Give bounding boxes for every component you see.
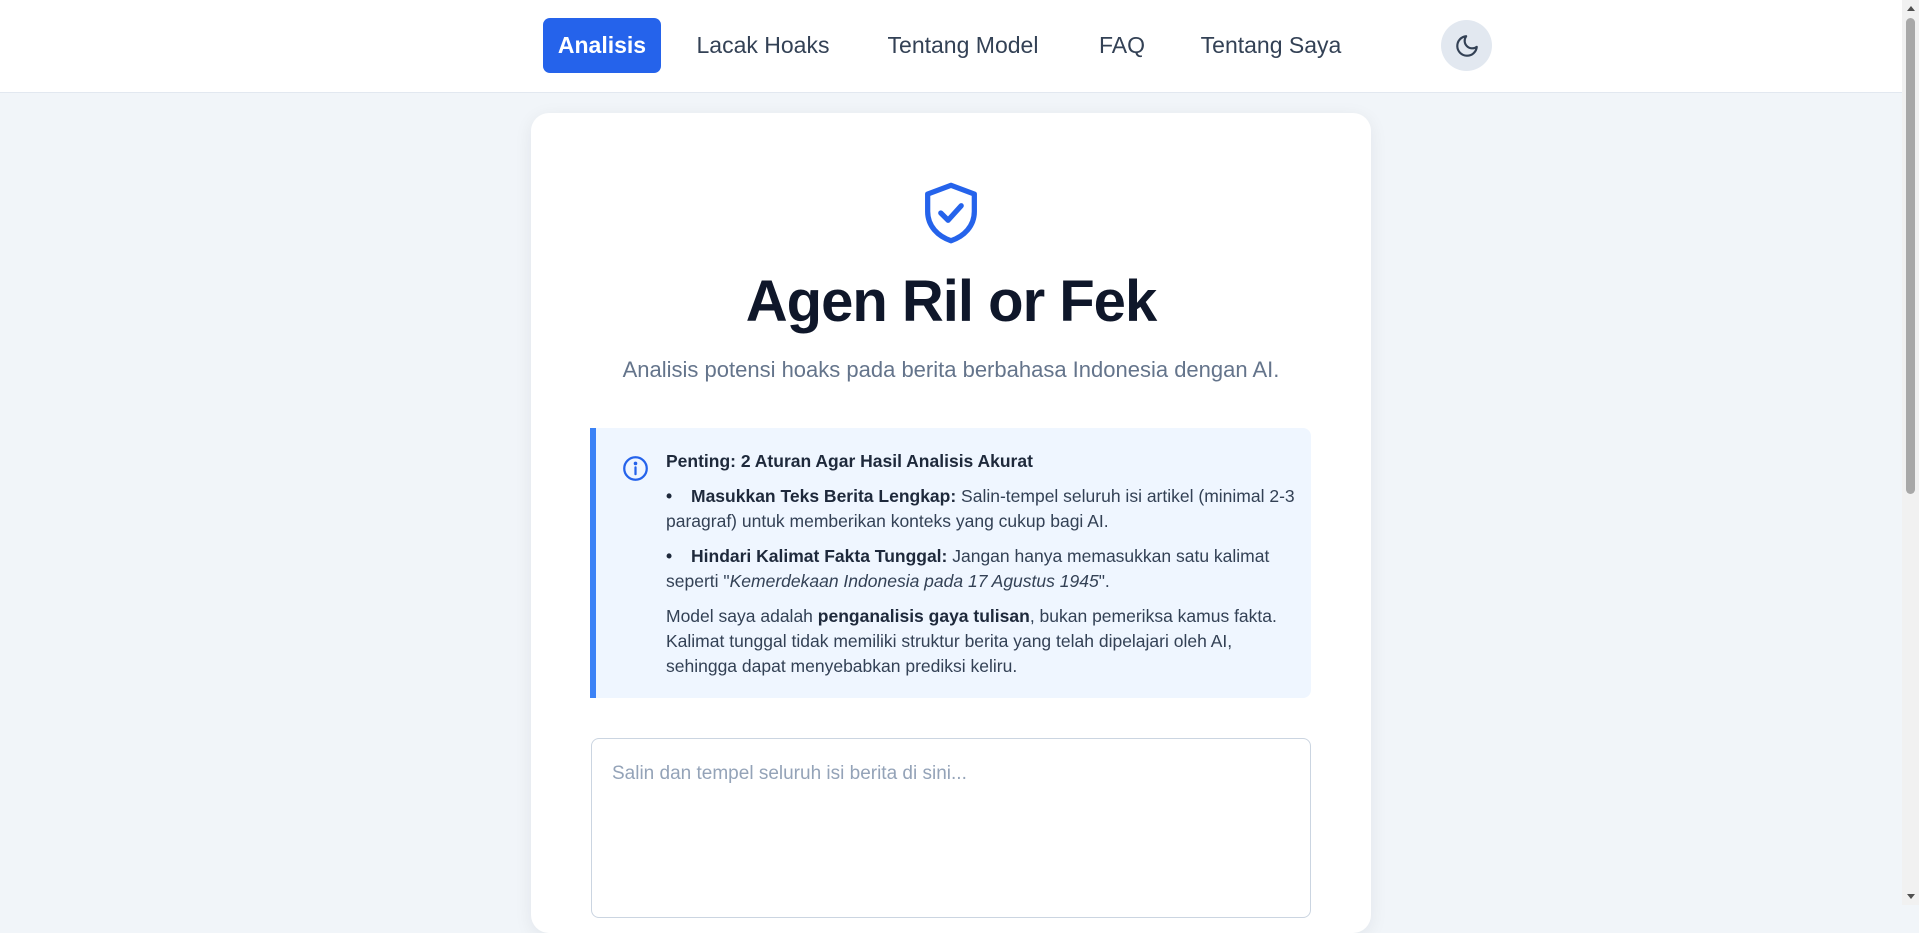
notice-note: Model saya adalah penganalisis gaya tuli… xyxy=(666,604,1296,679)
note-bold-text: penganalisis gaya tulisan xyxy=(817,606,1030,626)
bullet-icon: • xyxy=(666,486,673,506)
bullet-icon: • xyxy=(666,546,673,566)
scroll-down-arrow-icon[interactable] xyxy=(1902,888,1919,905)
page-title: Agen Ril or Fek xyxy=(745,269,1157,334)
info-icon xyxy=(623,456,648,481)
moon-icon xyxy=(1455,34,1478,57)
nav-tab-tentang-model[interactable]: Tentang Model xyxy=(874,18,1052,73)
rule-bold-text: Hindari Kalimat Fakta Tunggal: xyxy=(691,546,948,566)
nav-tab-lacak-hoaks[interactable]: Lacak Hoaks xyxy=(688,18,838,73)
rule-example-text: Kemerdekaan Indonesia pada 17 Agustus 19… xyxy=(729,571,1099,591)
important-notice-box: Penting: 2 Aturan Agar Hasil Analisis Ak… xyxy=(590,428,1311,698)
notice-title: Penting: 2 Aturan Agar Hasil Analisis Ak… xyxy=(666,451,1033,471)
scrollbar-thumb[interactable] xyxy=(1906,18,1915,494)
scroll-up-arrow-icon[interactable] xyxy=(1902,0,1919,17)
page-scrollbar[interactable] xyxy=(1902,0,1919,905)
theme-toggle-button[interactable] xyxy=(1441,20,1492,71)
nav-tab-faq[interactable]: FAQ xyxy=(1090,18,1154,73)
rule-text-end: ". xyxy=(1098,571,1110,591)
top-navbar: Analisis Lacak Hoaks Tentang Model FAQ T… xyxy=(0,0,1902,93)
notice-rule-item: • Hindari Kalimat Fakta Tunggal: Jangan h… xyxy=(666,544,1296,594)
note-text-before: Model saya adalah xyxy=(666,606,818,626)
notice-rule-item: • Masukkan Teks Berita Lengkap: Salin-tem… xyxy=(666,484,1296,534)
shield-check-icon xyxy=(925,182,977,244)
nav-tab-analisis[interactable]: Analisis xyxy=(543,18,661,73)
news-text-input[interactable] xyxy=(591,738,1311,918)
rule-bold-text: Masukkan Teks Berita Lengkap: xyxy=(691,486,957,506)
nav-tab-tentang-saya[interactable]: Tentang Saya xyxy=(1192,18,1350,73)
page-subtitle: Analisis potensi hoaks pada berita berba… xyxy=(622,357,1280,382)
